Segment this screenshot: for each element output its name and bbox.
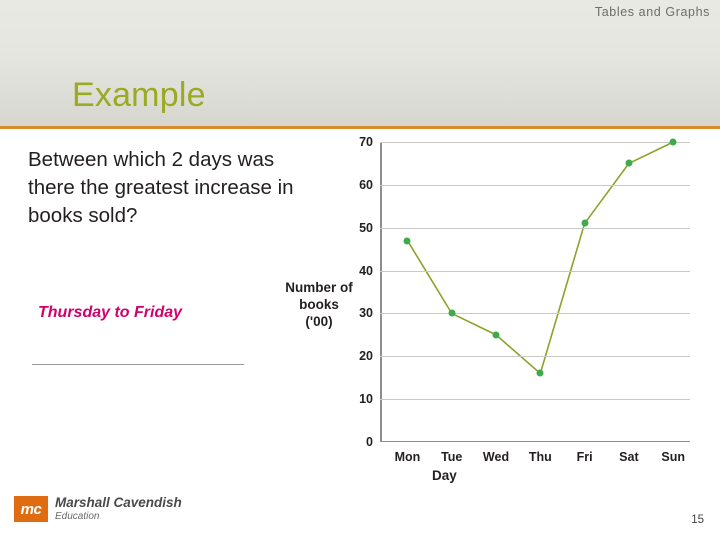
data-point [625, 159, 633, 167]
logo-mark-icon: mc [14, 496, 48, 522]
answer-underline [32, 364, 244, 365]
y-axis-tick-label: 0 [366, 435, 373, 449]
x-axis-tick-label: Thu [528, 450, 552, 464]
y-axis-title-line1: Number of [285, 280, 353, 295]
answer-text: Thursday to Friday [38, 304, 183, 321]
x-axis-tick-label: Sat [619, 450, 639, 464]
y-axis-tick-label: 10 [359, 392, 373, 407]
slide: Tables and Graphs Example Between which … [0, 0, 720, 540]
y-axis-title-line3: ('00) [305, 313, 333, 329]
data-point [492, 331, 500, 339]
page-number: 15 [691, 514, 704, 526]
gridline [380, 270, 690, 272]
x-axis-tick-label: Tue [441, 450, 463, 464]
gridline [380, 142, 690, 143]
logo-name: Marshall Cavendish [55, 495, 182, 511]
logo-sub: Education [55, 510, 100, 522]
x-axis-tick-label: Mon [394, 450, 421, 464]
y-axis-tick-label: 70 [359, 135, 373, 149]
y-axis-title-line2: books [299, 296, 339, 312]
data-point [448, 309, 456, 317]
gridline [380, 356, 690, 358]
x-axis-tick-label: Fri [576, 450, 593, 464]
gridline [380, 227, 690, 229]
data-point [581, 219, 589, 227]
plot-area: 0 10 20 30 40 50 60 70 Mon Tue Wed Thu Fri Sat Sun [359, 135, 690, 464]
y-axis-tick-label: 50 [359, 220, 373, 235]
y-axis-tick-label: 60 [359, 177, 373, 192]
y-axis-tick-label: 30 [359, 306, 373, 321]
question-text: Between which 2 days was there the great… [28, 148, 294, 227]
data-point [669, 138, 677, 146]
series-line [406, 141, 674, 375]
data-point [536, 369, 544, 377]
gridline [380, 184, 690, 186]
logo-wordmark: Marshall Cavendish Education [55, 495, 182, 522]
gridline [380, 399, 690, 401]
brand-logo: mc Marshall Cavendish Education [14, 496, 182, 522]
data-point [403, 237, 411, 245]
page-title: Example [72, 76, 206, 114]
y-axis-tick-label: 40 [359, 263, 373, 278]
x-axis-tick-label: Wed [482, 450, 510, 464]
gridline [380, 313, 690, 315]
x-axis-title: Day [432, 468, 457, 483]
line-chart: Number of books ('00) Day 0 10 20 30 40 50 60 7… [262, 135, 708, 498]
x-axis-tick-label: Sun [661, 450, 685, 464]
header-divider [0, 126, 720, 129]
y-axis-title: Number of books ('00) [264, 280, 374, 331]
y-axis-tick-label: 20 [359, 349, 373, 364]
running-head: Tables and Graphs [594, 5, 710, 19]
